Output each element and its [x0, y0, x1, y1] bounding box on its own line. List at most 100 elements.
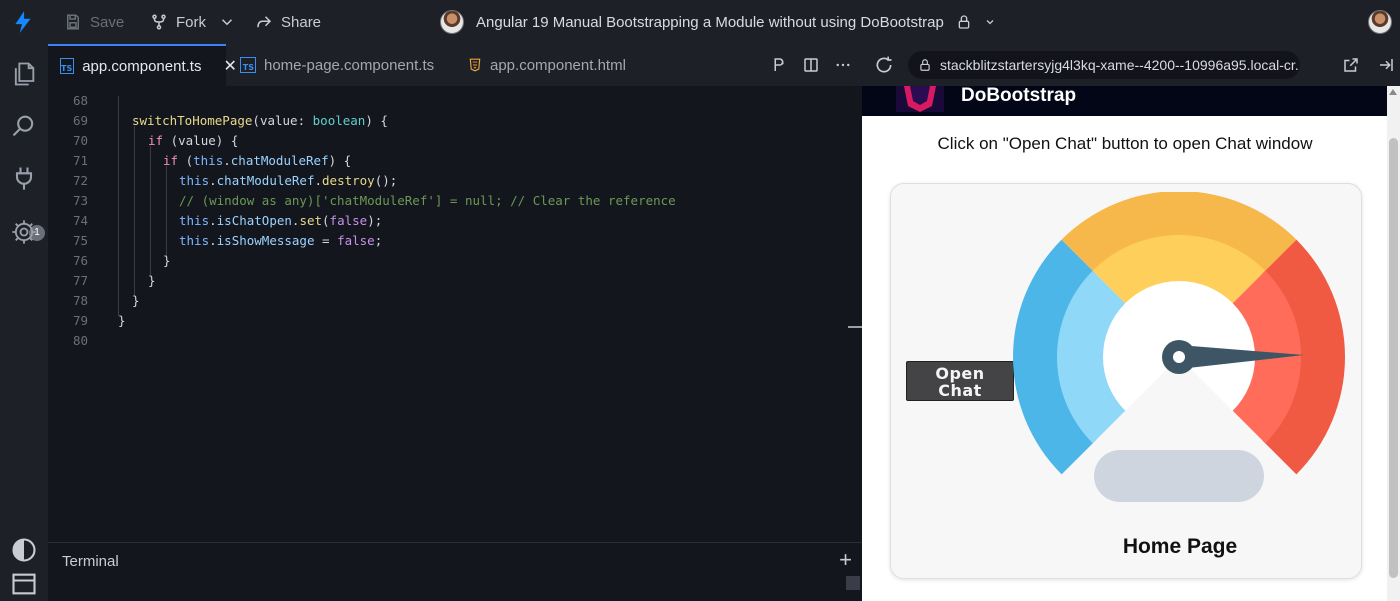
save-button[interactable]: Save — [64, 0, 124, 44]
save-icon — [67, 14, 79, 30]
app-preview: DoBootstrap Click on "Open Chat" button … — [862, 86, 1400, 601]
fork-icon — [152, 14, 166, 30]
chevron-down-icon — [221, 19, 233, 26]
files-icon[interactable] — [10, 60, 38, 88]
typescript-file-icon: TS — [240, 57, 256, 73]
theme-toggle-icon[interactable] — [10, 536, 38, 564]
project-title-area[interactable]: Angular 19 Manual Bootstrapping a Module… — [440, 0, 996, 44]
tab-home-page-component-ts[interactable]: TS home-page.component.ts — [228, 44, 450, 86]
project-title: Angular 19 Manual Bootstrapping a Module… — [476, 13, 944, 31]
code-token: this — [179, 232, 210, 248]
line-number: 78 — [72, 292, 88, 308]
code-token: value — [178, 132, 216, 148]
chevron-down-icon — [986, 20, 994, 25]
share-button[interactable]: Share — [255, 0, 321, 44]
more-options-icon[interactable] — [834, 56, 852, 74]
terminal-panel[interactable]: Terminal + — [48, 542, 862, 601]
code-token: set — [299, 212, 323, 228]
code-text: } — [163, 252, 171, 268]
code-token: destroy — [322, 172, 375, 188]
layout-panel-icon[interactable] — [10, 570, 38, 598]
code-token: this — [193, 152, 224, 168]
code-token: chatModuleRef — [230, 152, 329, 168]
preview-toolbar: stackblitzstartersyjg4l3kq-xame--4200--1… — [862, 44, 1400, 86]
open-in-new-window-icon[interactable] — [1342, 56, 1360, 74]
tab-app-component-ts[interactable]: TS app.component.ts ✕ — [48, 44, 237, 86]
top-bar: Save Fork Share Angular 19 Manual Bootst… — [0, 0, 1400, 44]
line-number: 75 — [72, 232, 88, 248]
tab-app-component-html[interactable]: app.component.html — [456, 44, 652, 86]
lock-icon — [920, 59, 930, 71]
brand-name: DoBootstrap — [961, 86, 1077, 106]
code-text: } — [148, 272, 156, 288]
scroll-up-arrow-icon[interactable] — [1389, 89, 1397, 95]
line-number: 80 — [72, 332, 88, 348]
share-icon — [257, 16, 272, 28]
scrollbar-thumb[interactable] — [1389, 138, 1398, 578]
plug-icon[interactable] — [10, 164, 38, 192]
code-token: chatModuleRef — [216, 172, 315, 188]
tab-label: home-page.component.ts — [264, 56, 435, 74]
html5-file-icon — [469, 58, 481, 72]
stackblitz-bolt-icon[interactable] — [10, 9, 36, 35]
code-token: switchToHomePage — [132, 112, 253, 128]
code-line: 73 // (window as any)['chatModuleRef'] =… — [48, 190, 848, 210]
line-number: 77 — [72, 272, 88, 288]
search-icon[interactable] — [10, 112, 38, 140]
code-text: switchToHomePage(value: boolean) { — [132, 112, 388, 128]
line-number: 69 — [72, 112, 88, 128]
editor-toolbar — [770, 44, 852, 86]
code-token: this — [179, 212, 210, 228]
code-text: } — [132, 292, 140, 308]
code-line: 75 this.isShowMessage = false; — [48, 230, 848, 250]
reload-icon[interactable] — [874, 55, 894, 75]
line-number: 76 — [72, 252, 88, 268]
user-avatar[interactable] — [1368, 10, 1392, 34]
code-token: boolean — [312, 112, 366, 128]
code-token: isChatOpen — [216, 212, 292, 228]
split-editor-icon[interactable] — [802, 56, 820, 74]
lock-icon — [958, 15, 970, 29]
code-token: false — [337, 232, 375, 248]
line-number: 72 — [72, 172, 88, 188]
preview-url-text: stackblitzstartersyjg4l3kq-xame--4200--1… — [940, 57, 1300, 73]
dobootstrap-logo-icon — [896, 86, 944, 112]
fork-button[interactable]: Fork — [150, 0, 206, 44]
line-number: 74 — [72, 212, 88, 228]
add-terminal-icon[interactable]: + — [839, 547, 852, 573]
gear-icon[interactable] — [10, 218, 38, 246]
code-text: this.isChatOpen.set(false); — [179, 212, 383, 228]
code-line: 68 — [48, 90, 848, 110]
open-chat-button[interactable]: Open Chat — [906, 361, 1014, 401]
code-line: 74 this.isChatOpen.set(false); — [48, 210, 848, 230]
open-chat-label-line1: Open — [935, 364, 985, 383]
fork-label: Fork — [176, 13, 206, 31]
code-line: 72 this.chatModuleRef.destroy(); — [48, 170, 848, 190]
code-editor[interactable]: 68 69 switchToHomePage(value: boolean) {… — [48, 86, 862, 542]
editor-scroll-marker[interactable] — [848, 326, 862, 328]
code-token: false — [329, 212, 368, 228]
line-number: 79 — [72, 312, 88, 328]
collapse-preview-icon[interactable] — [1377, 56, 1395, 74]
code-text: this.isShowMessage = false; — [179, 232, 383, 248]
prettier-format-icon[interactable] — [770, 56, 788, 74]
open-chat-label-line2: Chat — [938, 381, 982, 400]
preview-scrollbar[interactable] — [1387, 86, 1400, 601]
code-line: 71 if (this.chatModuleRef) { — [48, 150, 848, 170]
tab-label: app.component.ts — [82, 57, 202, 75]
activity-bar: 1 — [0, 44, 48, 601]
terminal-label[interactable]: Terminal — [62, 553, 119, 570]
preview-url-field[interactable]: stackblitzstartersyjg4l3kq-xame--4200--1… — [908, 51, 1300, 79]
code-line: 69 switchToHomePage(value: boolean) { — [48, 110, 848, 130]
line-number: 68 — [72, 92, 88, 108]
author-avatar — [440, 10, 464, 34]
fork-dropdown-button[interactable] — [218, 0, 236, 44]
code-token: if — [148, 132, 164, 148]
home-page-title: Home Page — [1122, 535, 1238, 558]
code-line: 78 } — [48, 290, 848, 310]
code-token: this — [179, 172, 210, 188]
code-token: isShowMessage — [216, 232, 315, 248]
terminal-scrollbar[interactable] — [846, 576, 860, 590]
code-token: value — [259, 112, 298, 128]
instruction-text: Click on "Open Chat" button to open Chat… — [937, 134, 1313, 153]
